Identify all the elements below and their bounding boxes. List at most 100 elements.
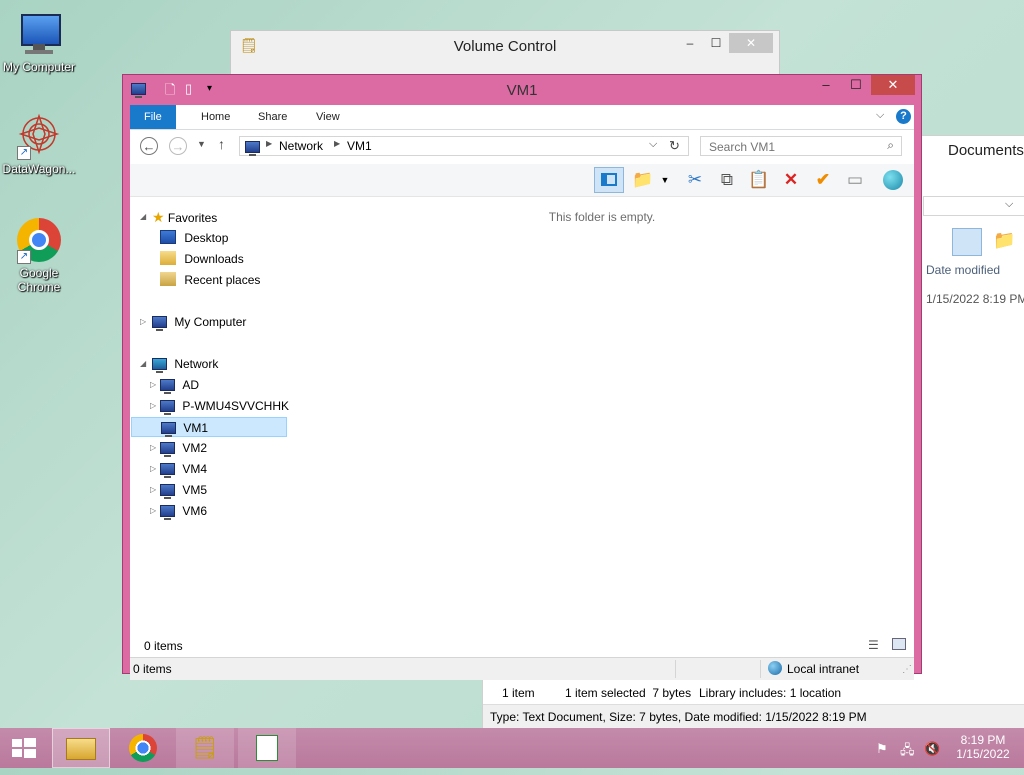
- close-button[interactable]: ✕: [729, 33, 773, 53]
- expand-arrow-icon[interactable]: ▷: [150, 480, 156, 500]
- minimize-button[interactable]: ‒: [811, 75, 841, 95]
- resize-grip-icon[interactable]: ⋰: [902, 664, 912, 675]
- start-button[interactable]: [0, 728, 48, 768]
- file-row-date[interactable]: 1/15/2022 8:19 PM: [926, 292, 1024, 306]
- address-dropdown-icon[interactable]: ⌵: [649, 138, 657, 151]
- copy-icon[interactable]: ⧉: [714, 167, 740, 193]
- nav-favorites[interactable]: ◢ ★ Favorites: [140, 207, 217, 227]
- nav-item-desktop[interactable]: Desktop: [160, 228, 228, 248]
- chevron-down-icon[interactable]: ⌵: [1005, 198, 1013, 211]
- nav-item-vm2[interactable]: ▷ VM2: [150, 438, 207, 458]
- large-icons-view-icon[interactable]: [892, 638, 906, 650]
- desktop-icon-google-chrome[interactable]: ↗ Google Chrome: [0, 216, 78, 294]
- breadcrumb-network[interactable]: Network: [279, 139, 323, 153]
- search-input[interactable]: [707, 139, 881, 155]
- status-bar: 0 items Local intranet ⋰: [130, 657, 914, 680]
- datawagon-icon: ↗: [15, 112, 63, 160]
- expand-arrow-icon[interactable]: ▷: [150, 501, 156, 521]
- star-icon: ★: [152, 209, 165, 225]
- paste-icon[interactable]: 📋: [746, 167, 772, 193]
- navigation-pane[interactable]: ◢ ★ Favorites Desktop Downloads Recent p…: [130, 197, 296, 635]
- expand-arrow-icon[interactable]: ▷: [140, 312, 146, 332]
- status-library: Library includes: 1 location: [699, 686, 842, 700]
- desktop-icon-label: DataWagon...: [2, 162, 76, 176]
- computer-icon: [152, 315, 167, 331]
- explorer-window[interactable]: 🗋 ▯ ▾ VM1 ‒ ☐ ✕ File Home Share View ⌵ ?…: [122, 74, 922, 680]
- up-button[interactable]: ↑: [218, 136, 225, 152]
- nav-item-vm1[interactable]: VM1: [131, 417, 287, 437]
- breadcrumb-separator-icon[interactable]: ▶: [266, 139, 272, 148]
- desktop-icon-label: My Computer: [2, 60, 76, 74]
- desktop-icon-datawagon[interactable]: ↗ DataWagon...: [0, 112, 78, 176]
- maximize-button[interactable]: ☐: [841, 75, 871, 95]
- collapse-arrow-icon[interactable]: ◢: [140, 207, 146, 227]
- checkmark-icon[interactable]: ✔: [810, 167, 836, 193]
- details-view-icon[interactable]: ☰: [868, 638, 879, 652]
- tab-view[interactable]: View: [302, 105, 354, 129]
- status-item-count: 1 item: [502, 686, 535, 700]
- nav-item-vm4[interactable]: ▷ VM4: [150, 459, 207, 479]
- desktop-icon-my-computer[interactable]: My Computer: [0, 10, 78, 74]
- computer-icon: [160, 483, 175, 499]
- nav-item-vm6[interactable]: ▷ VM6: [150, 501, 207, 521]
- options-dropdown-icon[interactable]: ▼: [658, 167, 672, 193]
- expand-arrow-icon[interactable]: ▷: [150, 459, 156, 479]
- details-pane-button[interactable]: [594, 167, 624, 193]
- desktop-icon-label: Google Chrome: [17, 266, 61, 294]
- search-icon[interactable]: ⌕: [887, 138, 894, 153]
- nav-item-recent-places[interactable]: Recent places: [160, 270, 260, 290]
- folder-check-icon[interactable]: 📁: [993, 230, 1015, 251]
- delete-icon[interactable]: ✕: [778, 167, 804, 193]
- nav-item-ad[interactable]: ▷ AD: [150, 375, 199, 395]
- status-selected: 1 item selected 7 bytes: [565, 686, 692, 700]
- forward-button[interactable]: →: [169, 137, 187, 155]
- expand-arrow-icon[interactable]: ▷: [150, 438, 156, 458]
- help-doc-icon: 🗒: [191, 735, 219, 760]
- taskbar-notepad[interactable]: [238, 728, 296, 768]
- column-header-date-modified[interactable]: Date modified: [926, 263, 1000, 277]
- computer-icon: [160, 462, 175, 478]
- help-icon[interactable]: ?: [896, 109, 911, 124]
- zone-label: Local intranet: [787, 662, 860, 676]
- nav-my-computer[interactable]: ▷ My Computer: [140, 312, 246, 332]
- breadcrumb-separator-icon[interactable]: ▶: [334, 139, 340, 148]
- network-tray-icon[interactable]: 🖧: [900, 741, 915, 757]
- explorer-body: File Home Share View ⌵ ? ← → ▼ ↑ ▶ Netwo…: [130, 105, 914, 680]
- expand-ribbon-icon[interactable]: ⌵: [876, 109, 884, 122]
- nav-item-p-wmu4svvchhkl[interactable]: ▷ P-WMU4SVVCHHKL: [150, 396, 296, 416]
- tray-clock[interactable]: 8:19 PM 1/15/2022: [950, 728, 1016, 768]
- taskbar-help-doc[interactable]: 🗒: [176, 728, 234, 768]
- clock-time: 8:19 PM: [960, 733, 1006, 747]
- expand-arrow-icon[interactable]: ▷: [150, 375, 156, 395]
- taskbar-chrome[interactable]: [114, 728, 172, 768]
- tab-home[interactable]: Home: [187, 105, 244, 129]
- tab-file[interactable]: File: [130, 105, 176, 129]
- computer-icon: [160, 378, 175, 394]
- action-center-flag-icon[interactable]: ⚑: [876, 741, 888, 757]
- rename-icon[interactable]: ▭: [842, 167, 868, 193]
- nav-item-downloads[interactable]: Downloads: [160, 249, 244, 269]
- nav-network[interactable]: ◢ Network: [140, 354, 218, 374]
- minimize-button[interactable]: ‒: [677, 33, 703, 53]
- volume-muted-icon[interactable]: 🔇: [924, 741, 940, 757]
- cut-icon[interactable]: ✂: [682, 167, 708, 193]
- folder-options-icon[interactable]: 📁: [630, 167, 656, 193]
- close-button[interactable]: ✕: [871, 75, 915, 95]
- details-pane-button[interactable]: [952, 228, 982, 256]
- file-list-area[interactable]: This folder is empty.: [290, 197, 914, 635]
- tab-share[interactable]: Share: [244, 105, 301, 129]
- search-box[interactable]: ⌕: [700, 136, 902, 156]
- title-bar[interactable]: 🗋 ▯ ▾ VM1 ‒ ☐ ✕: [123, 75, 921, 105]
- intranet-globe-icon: [768, 661, 782, 675]
- taskbar-file-explorer[interactable]: [52, 728, 110, 768]
- refresh-button[interactable]: ↻: [669, 138, 680, 154]
- globe-icon[interactable]: [880, 167, 906, 193]
- recent-locations-icon[interactable]: ▼: [197, 139, 206, 149]
- expand-arrow-icon[interactable]: ▷: [150, 396, 156, 416]
- back-button[interactable]: ←: [140, 137, 158, 155]
- collapse-arrow-icon[interactable]: ◢: [140, 354, 146, 374]
- address-bar[interactable]: ▶ Network ▶ VM1 ⌵ ↻: [239, 136, 689, 156]
- breadcrumb-vm1[interactable]: VM1: [347, 139, 372, 153]
- nav-item-vm5[interactable]: ▷ VM5: [150, 480, 207, 500]
- maximize-button[interactable]: ☐: [703, 33, 729, 53]
